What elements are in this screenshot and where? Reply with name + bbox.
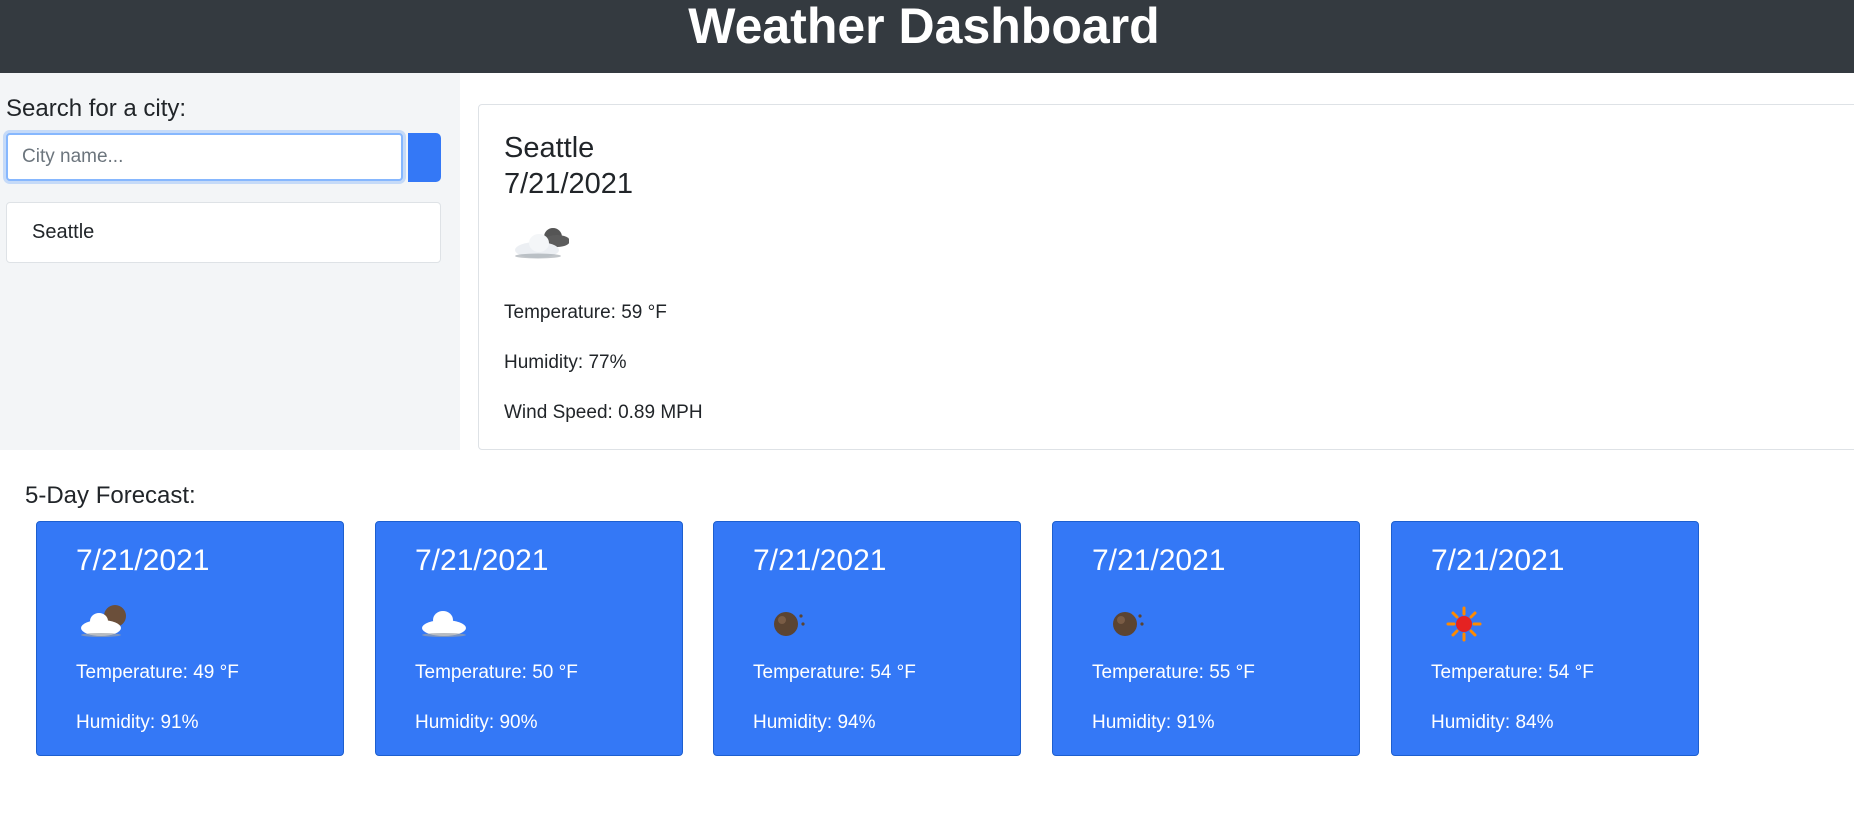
- moon-icon: [774, 612, 805, 636]
- cloud-icon: [422, 611, 466, 637]
- current-temperature: Temperature: 59 °F: [504, 302, 667, 323]
- search-input[interactable]: [6, 133, 403, 181]
- search-label: Search for a city:: [6, 95, 187, 122]
- forecast-date: 7/21/2021: [1431, 544, 1565, 577]
- search-button[interactable]: [408, 133, 441, 182]
- forecast-temperature: Temperature: 49 °F: [76, 662, 239, 683]
- forecast-humidity: Humidity: 94%: [753, 712, 876, 733]
- forecast-temperature: Temperature: 55 °F: [1092, 662, 1255, 683]
- history-item-label: Seattle: [32, 221, 95, 243]
- forecast-humidity: Humidity: 84%: [1431, 712, 1554, 733]
- forecast-date: 7/21/2021: [1092, 544, 1226, 577]
- forecast-humidity: Humidity: 90%: [415, 712, 538, 733]
- forecast-card: 7/21/2021 Temperature: 54 °F Humidity: 8…: [1391, 521, 1699, 756]
- forecast-card: 7/21/2021 Temperature: 54 °F Humidity: 9…: [713, 521, 1021, 756]
- current-city: Seattle: [504, 132, 595, 164]
- forecast-humidity: Humidity: 91%: [1092, 712, 1215, 733]
- forecast-temperature: Temperature: 50 °F: [415, 662, 578, 683]
- forecast-date: 7/21/2021: [753, 544, 887, 577]
- forecast-date: 7/21/2021: [415, 544, 549, 577]
- app-header: Weather Dashboard: [0, 0, 1854, 73]
- current-humidity: Humidity: 77%: [504, 352, 627, 373]
- history-item-seattle[interactable]: Seattle: [6, 202, 441, 263]
- cloud-with-moon-icon: [81, 605, 126, 637]
- moon-icon: [1113, 612, 1144, 636]
- forecast-card: 7/21/2021 Temperature: 50 °F Humidity: 9…: [375, 521, 683, 756]
- forecast-title: 5-Day Forecast:: [25, 482, 196, 509]
- forecast-card: 7/21/2021 Temperature: 55 °F Humidity: 9…: [1052, 521, 1360, 756]
- current-weather-card: Seattle 7/21/2021 Temperature: 59 °F Hum…: [478, 104, 1854, 450]
- forecast-temperature: Temperature: 54 °F: [1431, 662, 1594, 683]
- forecast-date: 7/21/2021: [76, 544, 210, 577]
- forecast-card: 7/21/2021 Temperature: 49 °F Humidity: 9…: [36, 521, 344, 756]
- forecast-temperature: Temperature: 54 °F: [753, 662, 916, 683]
- current-date: 7/21/2021: [504, 168, 634, 200]
- sun-icon: [1446, 606, 1482, 642]
- current-wind-speed: Wind Speed: 0.89 MPH: [504, 402, 703, 423]
- page-title: Weather Dashboard: [688, 0, 1160, 54]
- cloudy-night-icon: [515, 228, 569, 259]
- forecast-humidity: Humidity: 91%: [76, 712, 199, 733]
